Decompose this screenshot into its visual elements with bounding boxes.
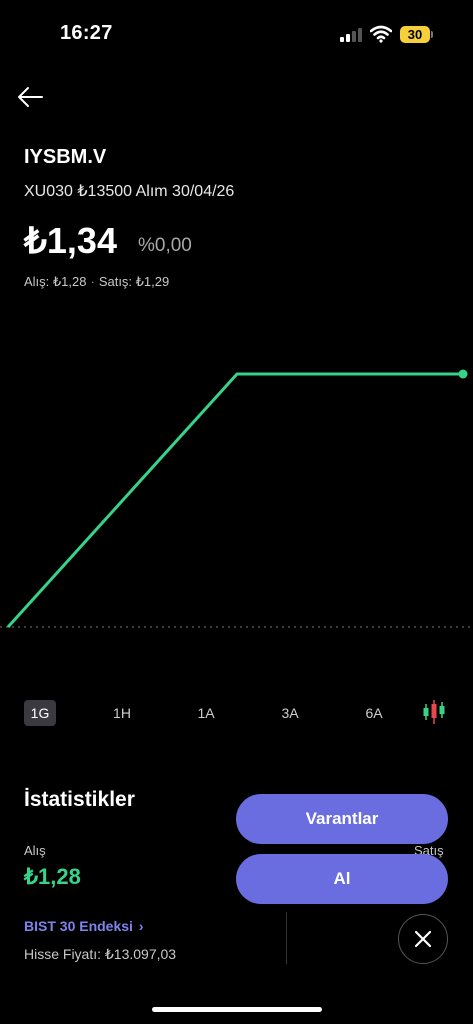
range-tab-6a[interactable]: 6A xyxy=(358,700,390,726)
separator-dot: · xyxy=(90,274,95,289)
current-price: ₺1,34 xyxy=(24,220,117,261)
bid-summary: Alış: ₺1,28 xyxy=(24,274,87,289)
candlestick-chart-toggle-icon[interactable] xyxy=(422,698,446,726)
status-time: 16:27 xyxy=(60,22,113,44)
instrument-symbol: IYSBM.V xyxy=(24,146,107,168)
close-button[interactable] xyxy=(398,914,448,964)
range-tab-1g[interactable]: 1G xyxy=(24,700,56,726)
range-tab-1h[interactable]: 1H xyxy=(106,700,138,726)
price-series-line xyxy=(6,372,463,629)
home-indicator xyxy=(152,1007,322,1012)
buy-button[interactable]: Al xyxy=(236,854,448,904)
statistics-heading: İstatistikler xyxy=(24,788,135,811)
ask-summary: Satış: ₺1,29 xyxy=(98,274,170,289)
close-icon xyxy=(414,930,431,947)
warrants-button[interactable]: Varantlar xyxy=(236,794,448,844)
bid-ask-summary: Alış: ₺1,28 · Satış: ₺1,29 xyxy=(24,274,169,290)
range-tab-1a[interactable]: 1A xyxy=(190,700,222,726)
chart-last-point xyxy=(458,369,468,379)
instrument-description: XU030 ₺13500 Alım 30/04/26 xyxy=(24,183,235,200)
share-price: Hisse Fiyatı: ₺13.097,03 xyxy=(24,946,177,962)
bid-label: Alış xyxy=(24,843,46,858)
bid-value: ₺1,28 xyxy=(24,864,81,889)
range-tab-3a[interactable]: 3A xyxy=(274,700,306,726)
chevron-right-icon: › xyxy=(138,918,144,934)
price-change: %0,00 xyxy=(138,235,192,256)
back-arrow-icon[interactable] xyxy=(16,84,44,110)
battery-tip xyxy=(431,31,433,38)
underlying-index-label: BIST 30 Endeksi xyxy=(24,918,133,934)
wifi-icon xyxy=(370,25,392,43)
cellular-signal-icon xyxy=(340,28,364,42)
divider xyxy=(286,912,287,964)
underlying-index-link[interactable]: BIST 30 Endeksi › xyxy=(24,918,144,934)
battery-icon: 30 xyxy=(400,26,430,43)
price-chart[interactable] xyxy=(0,320,473,650)
